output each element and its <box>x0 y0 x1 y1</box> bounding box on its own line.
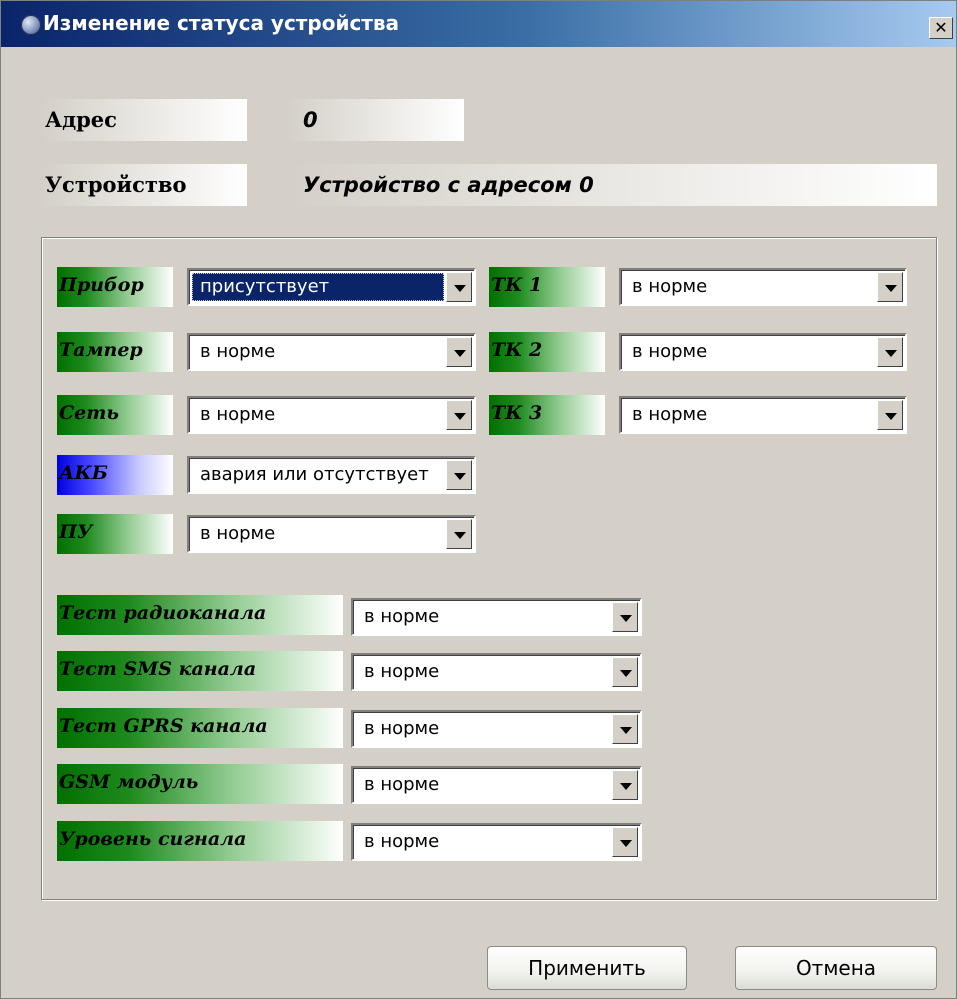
tk3-select-value: в норме <box>632 404 708 425</box>
label-tamper: Тампер <box>57 332 173 372</box>
apply-button[interactable]: Применить <box>487 946 687 990</box>
chevron-down-icon[interactable] <box>446 460 472 490</box>
tk2-select[interactable]: в норме <box>619 333 907 371</box>
app-globe-icon <box>21 15 41 35</box>
label-tk3: ТК 3 <box>489 395 605 435</box>
akb-select[interactable]: авария или отсутствует <box>187 456 476 494</box>
tamper-select[interactable]: в норме <box>187 333 476 371</box>
tk2-select-value: в норме <box>632 341 708 362</box>
chevron-down-icon[interactable] <box>446 337 472 367</box>
set-select[interactable]: в норме <box>187 396 476 434</box>
cancel-button[interactable]: Отмена <box>735 946 937 990</box>
label-signal-level: Уровень сигнала <box>57 821 343 861</box>
label-test-gprs: Тест GPRS канала <box>57 708 343 748</box>
label-pribor: Прибор <box>57 267 173 307</box>
address-label: Адрес <box>41 99 247 141</box>
chevron-down-icon[interactable] <box>446 272 472 302</box>
pribor-select-value: присутствует <box>192 273 444 301</box>
chevron-down-icon[interactable] <box>612 657 638 687</box>
close-icon: ✕ <box>934 18 948 37</box>
label-pu: ПУ <box>57 514 173 554</box>
tk1-select[interactable]: в норме <box>619 268 907 306</box>
label-tk2: ТК 2 <box>489 332 605 372</box>
label-test-sms: Тест SMS канала <box>57 651 343 691</box>
pu-select-value: в норме <box>200 523 276 544</box>
address-value: 0 <box>287 99 464 141</box>
label-gsm-module: GSM модуль <box>57 764 343 804</box>
label-set: Сеть <box>57 395 173 435</box>
test-radio-select[interactable]: в норме <box>351 598 642 636</box>
chevron-down-icon[interactable] <box>877 272 903 302</box>
device-value: Устройство с адресом 0 <box>287 164 937 206</box>
chevron-down-icon[interactable] <box>612 602 638 632</box>
gsm-module-select-value: в норме <box>364 774 440 795</box>
test-radio-select-value: в норме <box>364 606 440 627</box>
chevron-down-icon[interactable] <box>446 519 472 549</box>
pribor-select[interactable]: присутствует <box>187 268 476 306</box>
tk3-select[interactable]: в норме <box>619 396 907 434</box>
chevron-down-icon[interactable] <box>612 827 638 857</box>
tamper-select-value: в норме <box>200 341 276 362</box>
chevron-down-icon[interactable] <box>446 400 472 430</box>
pu-select[interactable]: в норме <box>187 515 476 553</box>
label-test-radio: Тест радиоканала <box>57 595 343 635</box>
test-gprs-select-value: в норме <box>364 718 440 739</box>
tk1-select-value: в норме <box>632 276 708 297</box>
akb-select-value: авария или отсутствует <box>200 464 429 485</box>
device-status-dialog: Изменение статуса устройства ✕ Адрес 0 У… <box>0 0 957 999</box>
signal-level-select[interactable]: в норме <box>351 823 642 861</box>
chevron-down-icon[interactable] <box>612 714 638 744</box>
chevron-down-icon[interactable] <box>612 770 638 800</box>
set-select-value: в норме <box>200 404 276 425</box>
test-gprs-select[interactable]: в норме <box>351 710 642 748</box>
chevron-down-icon[interactable] <box>877 400 903 430</box>
gsm-module-select[interactable]: в норме <box>351 766 642 804</box>
device-label: Устройство <box>41 164 247 206</box>
label-tk1: ТК 1 <box>489 267 605 307</box>
window-title: Изменение статуса устройства <box>43 11 400 35</box>
chevron-down-icon[interactable] <box>877 337 903 367</box>
test-sms-select[interactable]: в норме <box>351 653 642 691</box>
label-akb: АКБ <box>57 455 173 495</box>
title-bar[interactable]: Изменение статуса устройства ✕ <box>1 1 956 47</box>
signal-level-select-value: в норме <box>364 831 440 852</box>
test-sms-select-value: в норме <box>364 661 440 682</box>
close-button[interactable]: ✕ <box>929 17 953 39</box>
